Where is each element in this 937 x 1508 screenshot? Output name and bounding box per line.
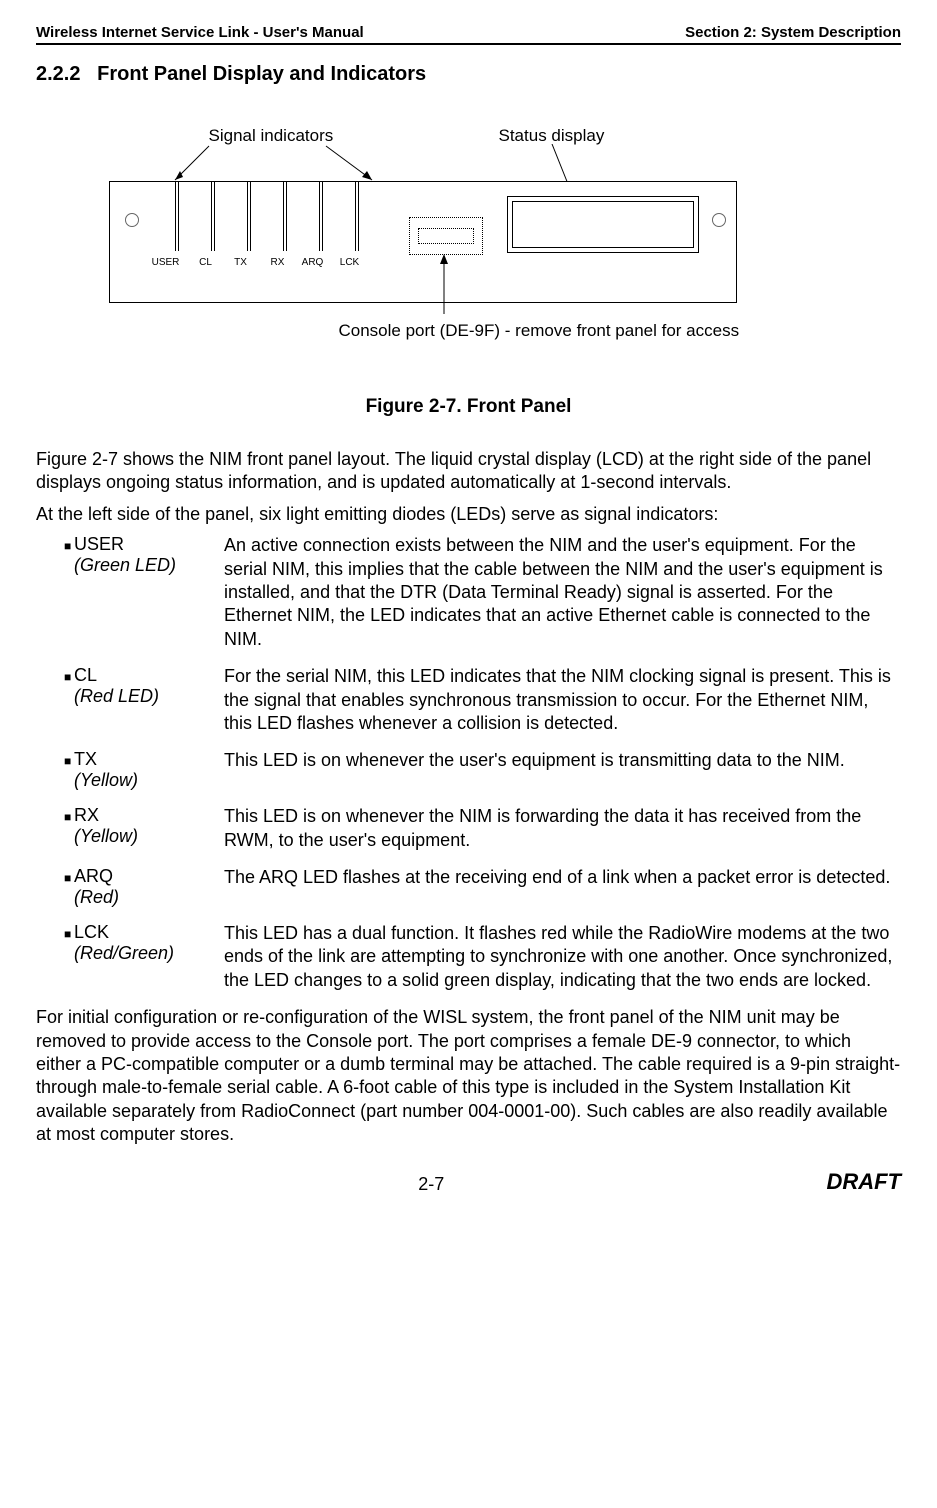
led-label-user: USER <box>149 257 183 268</box>
led-description: The ARQ LED flashes at the receiving end… <box>224 866 901 908</box>
list-item: ■ LCK (Red/Green) This LED has a dual fu… <box>36 922 901 992</box>
section-title: Front Panel Display and Indicators <box>97 63 426 85</box>
led-color-text: (Yellow) <box>74 826 138 846</box>
bullet-icon: ■ <box>36 534 74 651</box>
bullet-icon: ■ <box>36 805 74 852</box>
led-name-text: CL <box>74 665 224 686</box>
bullet-icon: ■ <box>36 922 74 992</box>
led-name-text: RX <box>74 805 224 826</box>
console-port-outline <box>409 217 483 255</box>
console-port-inner <box>418 228 474 244</box>
signal-indicators-label: Signal indicators <box>209 126 334 146</box>
console-port-label: Console port (DE-9F) - remove front pane… <box>339 321 740 341</box>
bullet-icon: ■ <box>36 749 74 791</box>
led-slot <box>319 181 323 251</box>
bullet-icon: ■ <box>36 665 74 735</box>
led-description: This LED is on whenever the NIM is forwa… <box>224 805 901 852</box>
header-rule <box>36 43 901 45</box>
led-name-text: USER <box>74 534 224 555</box>
list-item: ■ USER (Green LED) An active connection … <box>36 534 901 651</box>
led-slot <box>355 181 359 251</box>
led-description: This LED has a dual function. It flashes… <box>224 922 901 992</box>
page-footer: 2-7 DRAFT <box>36 1169 901 1195</box>
header-right: Section 2: System Description <box>685 24 901 41</box>
led-slot <box>211 181 215 251</box>
draft-watermark: DRAFT <box>826 1169 901 1195</box>
led-label-arq: ARQ <box>296 257 330 268</box>
led-color-text: (Yellow) <box>74 770 138 790</box>
led-name-text: TX <box>74 749 224 770</box>
led-color-text: (Green LED) <box>74 555 176 575</box>
led-label-lck: LCK <box>333 257 367 268</box>
led-name-text: LCK <box>74 922 224 943</box>
paragraph-1: Figure 2-7 shows the NIM front panel lay… <box>36 448 901 495</box>
list-item: ■ CL (Red LED) For the serial NIM, this … <box>36 665 901 735</box>
led-color-text: (Red LED) <box>74 686 159 706</box>
header-left: Wireless Internet Service Link - User's … <box>36 24 364 41</box>
led-term: LCK (Red/Green) <box>74 922 224 992</box>
lcd-display-outline <box>507 196 699 253</box>
screw-left-icon <box>125 213 139 227</box>
led-slot <box>247 181 251 251</box>
arrow-console-icon <box>429 254 459 324</box>
section-number: 2.2.2 <box>36 63 80 85</box>
led-term: TX (Yellow) <box>74 749 224 791</box>
screw-right-icon <box>712 213 726 227</box>
led-description: This LED is on whenever the user's equip… <box>224 749 901 791</box>
figure-caption: Figure 2-7. Front Panel <box>36 396 901 418</box>
page-header: Wireless Internet Service Link - User's … <box>36 24 901 41</box>
led-description: An active connection exists between the … <box>224 534 901 651</box>
list-item: ■ RX (Yellow) This LED is on whenever th… <box>36 805 901 852</box>
section-heading: 2.2.2 Front Panel Display and Indicators <box>36 63 901 86</box>
arrow-signal-left-icon <box>169 144 219 184</box>
led-slot <box>175 181 179 251</box>
led-label-tx: TX <box>224 257 258 268</box>
paragraph-2: At the left side of the panel, six light… <box>36 503 901 526</box>
led-name-text: ARQ <box>74 866 224 887</box>
led-description-list: ■ USER (Green LED) An active connection … <box>36 534 901 992</box>
led-color-text: (Red) <box>74 887 119 907</box>
arrow-signal-right-icon <box>324 144 384 184</box>
status-display-label: Status display <box>499 126 605 146</box>
front-panel-figure: Signal indicators Status display USER CL… <box>89 126 849 386</box>
led-term: RX (Yellow) <box>74 805 224 852</box>
list-item: ■ TX (Yellow) This LED is on whenever th… <box>36 749 901 791</box>
led-label-cl: CL <box>189 257 223 268</box>
led-slot <box>283 181 287 251</box>
list-item: ■ ARQ (Red) The ARQ LED flashes at the r… <box>36 866 901 908</box>
led-label-rx: RX <box>261 257 295 268</box>
paragraph-3: For initial configuration or re-configur… <box>36 1006 901 1146</box>
led-color-text: (Red/Green) <box>74 943 174 963</box>
led-description: For the serial NIM, this LED indicates t… <box>224 665 901 735</box>
led-term: USER (Green LED) <box>74 534 224 651</box>
led-term: ARQ (Red) <box>74 866 224 908</box>
lcd-display-inner <box>512 201 694 248</box>
led-term: CL (Red LED) <box>74 665 224 735</box>
bullet-icon: ■ <box>36 866 74 908</box>
page-number: 2-7 <box>418 1174 444 1195</box>
